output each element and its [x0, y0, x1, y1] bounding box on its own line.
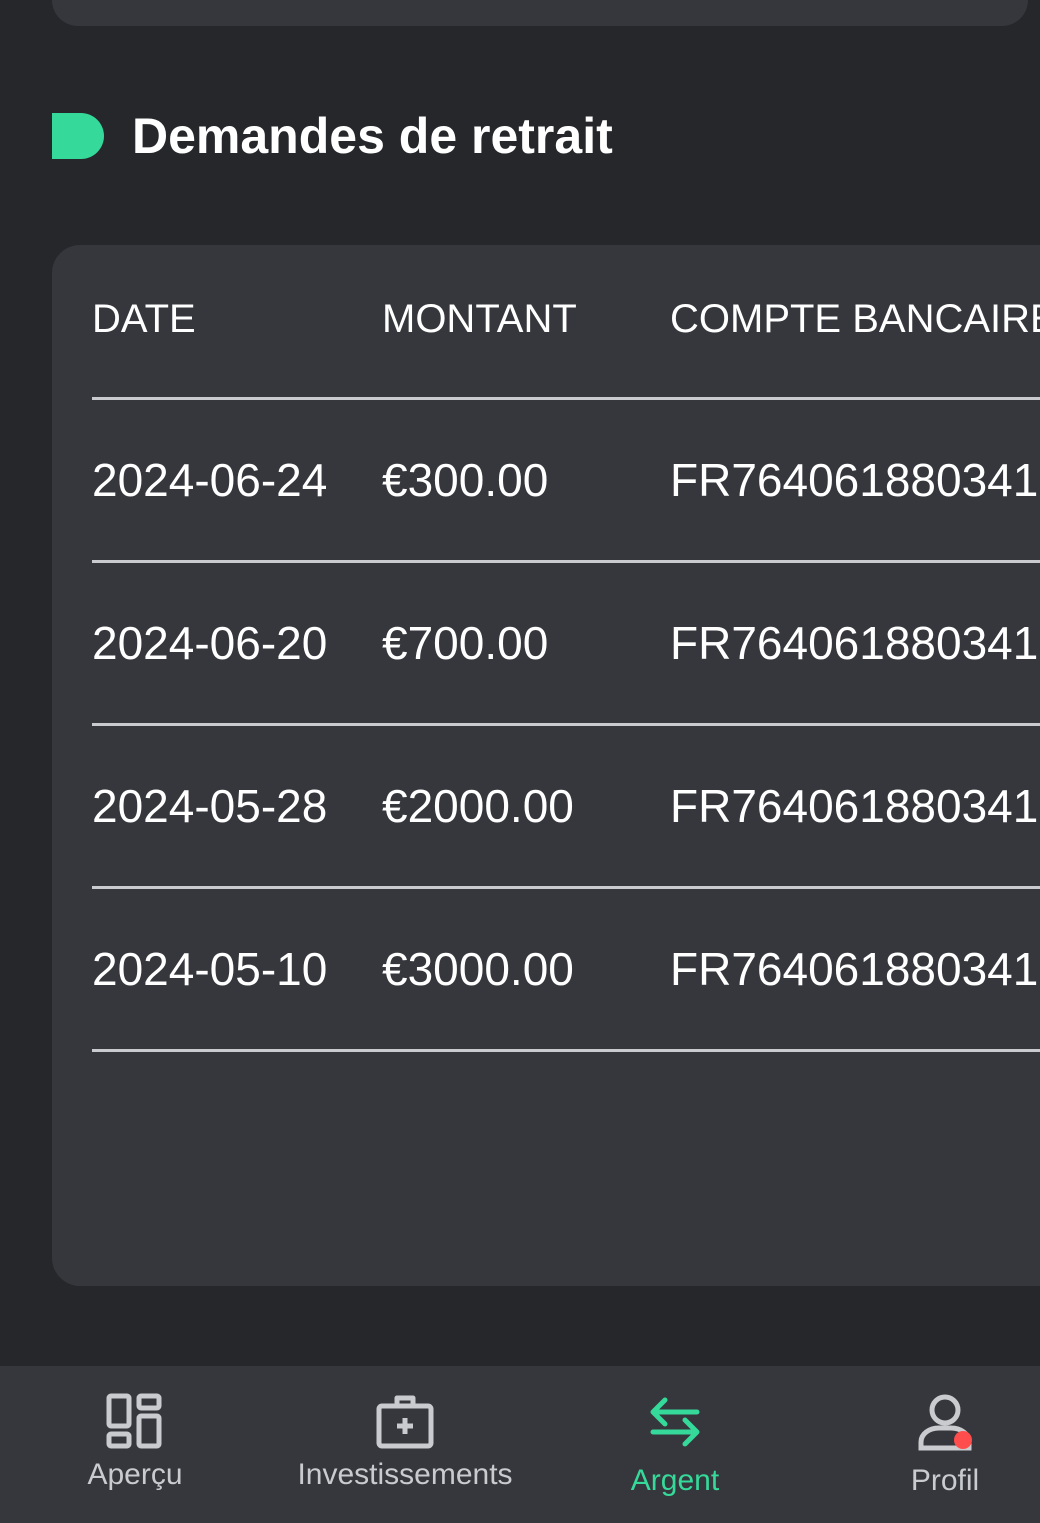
- cell-date: 2024-05-10: [92, 943, 328, 995]
- table-row: 2024-06-20 €700.00 FR76406188034107: [92, 563, 1040, 726]
- nav-label-investissements: Investissements: [297, 1458, 513, 1491]
- section-title: Demandes de retrait: [132, 108, 613, 164]
- previous-card: [52, 0, 1028, 26]
- nav-label-argent: Argent: [630, 1464, 720, 1497]
- cell-date: 2024-06-24: [92, 454, 328, 506]
- notification-badge: [954, 1431, 972, 1449]
- cell-date: 2024-06-20: [92, 617, 328, 669]
- column-header-bank-account: COMPTE BANCAIRE: [670, 297, 1040, 341]
- column-header-amount: MONTANT: [382, 297, 577, 341]
- table-body: DATE MONTANT COMPTE BANCAIRE 2024-06-24 …: [92, 245, 1040, 1052]
- section-header: Demandes de retrait: [52, 108, 613, 164]
- table-row: 2024-05-28 €2000.00 FR76406188034107: [92, 726, 1040, 889]
- cell-date: 2024-05-28: [92, 780, 328, 832]
- nav-item-profil[interactable]: Profil: [815, 1366, 1040, 1523]
- table-header-row: DATE MONTANT COMPTE BANCAIRE: [92, 245, 1040, 400]
- transfer-arrows-icon: [650, 1397, 700, 1447]
- bottom-navigation: Aperçu Investissements Argent Profil: [0, 1366, 1040, 1523]
- nav-item-argent[interactable]: Argent: [545, 1366, 805, 1523]
- dashboard-icon: [106, 1393, 162, 1449]
- section-marker: [52, 113, 104, 159]
- nav-label-apercu: Aperçu: [87, 1458, 183, 1491]
- nav-item-apercu[interactable]: Aperçu: [5, 1366, 265, 1523]
- withdrawal-requests-table: DATE MONTANT COMPTE BANCAIRE 2024-06-24 …: [52, 245, 1040, 1286]
- cell-amount: €300.00: [382, 454, 549, 506]
- cell-bank-account: FR76406188034107: [670, 617, 1040, 669]
- cell-amount: €3000.00: [382, 943, 574, 995]
- cell-amount: €2000.00: [382, 780, 574, 832]
- cell-bank-account: FR76406188034107: [670, 943, 1040, 995]
- cell-bank-account: FR76406188034107: [670, 780, 1040, 832]
- column-header-date: DATE: [92, 297, 196, 341]
- nav-label-profil: Profil: [910, 1464, 980, 1497]
- user-icon: [918, 1394, 972, 1451]
- nav-item-investissements[interactable]: Investissements: [275, 1366, 535, 1523]
- medical-bag-icon: [376, 1395, 434, 1449]
- cell-amount: €700.00: [382, 617, 549, 669]
- table-row: 2024-05-10 €3000.00 FR76406188034107: [92, 889, 1040, 1052]
- table-row: 2024-06-24 €300.00 FR76406188034107: [92, 400, 1040, 563]
- cell-bank-account: FR76406188034107: [670, 454, 1040, 506]
